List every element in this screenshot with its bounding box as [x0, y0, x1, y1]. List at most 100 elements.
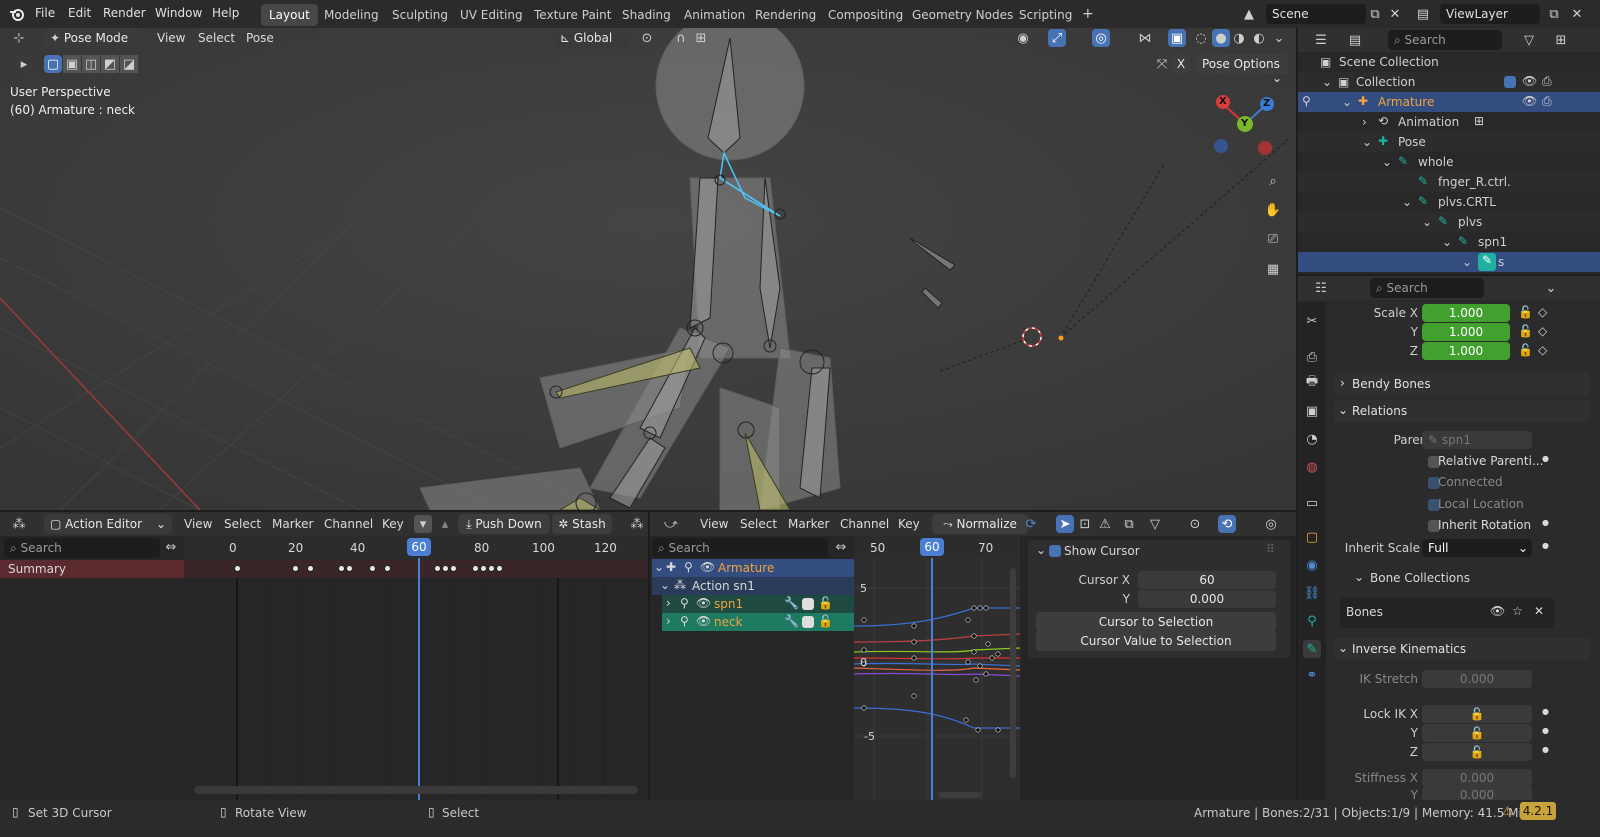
gizmo-toggle-icon[interactable]: ⤢	[1048, 29, 1066, 47]
curve-area[interactable]	[854, 558, 1020, 800]
panel-bendy-bones[interactable]: › Bendy Bones	[1334, 373, 1590, 395]
keyframe[interactable]	[307, 565, 314, 572]
keyframe[interactable]	[450, 565, 457, 572]
keyframe[interactable]	[338, 565, 345, 572]
chevron-down-icon[interactable]: ⌄	[660, 578, 670, 592]
xray-toggle-icon[interactable]: ▣	[1168, 29, 1186, 47]
chevron-down-icon[interactable]: ⌄	[1422, 215, 1432, 229]
tab-geometry-nodes[interactable]: Geometry Nodes	[904, 4, 1021, 26]
perspective-toggle-icon[interactable]: ▦	[1262, 258, 1284, 280]
eye-icon[interactable]: 👁	[696, 614, 711, 628]
warning-icon[interactable]: ⚠	[1502, 804, 1513, 818]
outliner-search[interactable]: ⌕ Search	[1388, 30, 1502, 50]
channel-action[interactable]: ⌄ ⁂ Action sn1	[652, 577, 854, 595]
graph-editor[interactable]: ⤻ View Select Marker Channel Key ⤳ Norma…	[650, 512, 1296, 800]
wireframe-shading-icon[interactable]: ◌	[1192, 29, 1210, 47]
scene-selector[interactable]: Scene	[1266, 4, 1366, 24]
collection-tab-icon[interactable]: ▭	[1303, 494, 1321, 512]
eye-icon[interactable]: 👁	[700, 560, 715, 574]
tool-tab-icon[interactable]: ✂	[1303, 312, 1321, 330]
keyframe-dot-icon[interactable]: ●	[1542, 454, 1549, 463]
pivot-icon[interactable]: ⊙	[638, 29, 656, 47]
keyframe[interactable]	[488, 565, 495, 572]
menu-marker[interactable]: Marker	[272, 517, 313, 531]
push-down-button[interactable]: ⤓ Push Down	[458, 514, 550, 534]
properties-search[interactable]: ⌕ Search	[1370, 278, 1484, 298]
chevron-right-icon[interactable]: ›	[1362, 115, 1367, 129]
camera-view-icon[interactable]: ⎚	[1262, 228, 1284, 250]
lock-ik-z-toggle[interactable]: 🔓	[1422, 743, 1532, 761]
inherit-scale-dropdown[interactable]: Full ⌄	[1422, 539, 1532, 557]
auto-normalize-icon[interactable]: ⟳	[1022, 515, 1040, 533]
normalize-toggle[interactable]: ⤳ Normalize	[932, 514, 1028, 534]
snap-target-icon[interactable]: ⊞	[692, 29, 710, 47]
stash-button[interactable]: ✲ Stash	[552, 514, 612, 534]
outliner-row-scene-collection[interactable]: ▣ Scene Collection	[1298, 52, 1600, 72]
scale-y-field[interactable]: 1.000	[1422, 323, 1510, 341]
ik-stretch-field[interactable]: 0.000	[1422, 670, 1532, 688]
menu-view[interactable]: View	[184, 517, 212, 531]
bones-collection-item[interactable]: Bones 👁 ☆ ✕	[1340, 598, 1554, 628]
keyframe[interactable]	[384, 565, 391, 572]
tab-layout[interactable]: Layout	[261, 4, 318, 26]
render-camera-icon[interactable]: ⎙	[1542, 74, 1552, 89]
menu-select[interactable]: Select	[740, 517, 777, 531]
keyframe[interactable]	[346, 565, 353, 572]
menu-channel[interactable]: Channel	[324, 517, 373, 531]
mode-selector[interactable]: ✦ Pose Mode⌄	[44, 28, 144, 48]
menu-marker[interactable]: Marker	[788, 517, 829, 531]
viewport-scene[interactable]	[0, 28, 1296, 510]
menu-key[interactable]: Key	[898, 517, 920, 531]
outliner-row-plvs[interactable]: ⌄ ✎ plvs	[1298, 212, 1600, 232]
pin-icon[interactable]: ⚲	[680, 614, 689, 628]
proportional-edit-icon[interactable]: ◎	[1262, 515, 1280, 533]
transform-orientation[interactable]: ⊾ Global	[554, 28, 630, 48]
keyframe-dot-icon[interactable]: ●	[1542, 541, 1549, 550]
select-invert-icon[interactable]: ◩	[101, 55, 119, 73]
keyframe-dot-icon[interactable]: ●	[1542, 745, 1549, 754]
outliner-row-whole[interactable]: ⌄ ✎ whole	[1298, 152, 1600, 172]
display-mode-icon[interactable]: ▤	[1346, 31, 1364, 49]
keyframe-dot-icon[interactable]: ●	[1542, 518, 1549, 527]
menu-pose[interactable]: Pose	[246, 31, 274, 45]
delete-scene-icon[interactable]: ✕	[1386, 5, 1404, 23]
keyframe-area[interactable]	[184, 578, 648, 800]
chevron-down-icon[interactable]: ⌄	[654, 560, 664, 574]
lock-ik-y-toggle[interactable]: 🔓	[1422, 724, 1532, 742]
outliner-row-neck[interactable]: ⌄ ✎ s	[1298, 252, 1600, 272]
scene-icon[interactable]: ▲	[1240, 5, 1258, 23]
only-selected-icon[interactable]: ➤	[1056, 515, 1074, 533]
keyframe[interactable]	[496, 565, 503, 572]
panel-relations[interactable]: ⌄ Relations	[1334, 400, 1590, 422]
snapping-icon[interactable]: ⁂	[628, 515, 646, 533]
render-camera-icon[interactable]: ⎙	[1542, 94, 1552, 109]
mute-checkbox[interactable]	[802, 616, 814, 628]
snapping-icon[interactable]: ⟲	[1218, 515, 1236, 533]
mirror-x-button[interactable]: X	[1172, 54, 1190, 74]
menu-window[interactable]: Window	[155, 6, 202, 20]
tab-compositing[interactable]: Compositing	[820, 4, 911, 26]
menu-help[interactable]: Help	[212, 6, 239, 20]
select-tool-icon[interactable]: ▸	[15, 55, 33, 73]
shading-options-icon[interactable]: ⌄	[1270, 29, 1288, 47]
chevron-down-icon[interactable]: ⌄	[1382, 155, 1392, 169]
menu-channel[interactable]: Channel	[840, 517, 889, 531]
view-layer-selector[interactable]: ViewLayer	[1440, 4, 1540, 24]
menu-select[interactable]: Select	[224, 517, 261, 531]
exclude-checkbox[interactable]	[1504, 76, 1516, 88]
object-tab-icon[interactable]: ▢	[1303, 528, 1321, 546]
eye-icon[interactable]: 👁	[696, 596, 711, 610]
select-new-icon[interactable]: ▢	[44, 55, 62, 73]
delete-view-layer-icon[interactable]: ✕	[1568, 5, 1586, 23]
view-layer-tab-icon[interactable]: ▣	[1303, 402, 1321, 420]
menu-key[interactable]: Key	[382, 517, 404, 531]
cursor-value-to-selection-button[interactable]: Cursor Value to Selection	[1036, 631, 1276, 651]
outliner-row-spn1[interactable]: ⌄ ✎ spn1	[1298, 232, 1600, 252]
output-tab-icon[interactable]: 🖶	[1303, 374, 1321, 392]
panel-inverse-kinematics[interactable]: ⌄ Inverse Kinematics	[1334, 638, 1590, 660]
graph-current-frame-indicator[interactable]: 60	[920, 538, 944, 556]
pin-icon[interactable]: ⚲	[684, 560, 693, 574]
show-cursor-checkbox[interactable]	[1049, 545, 1061, 557]
chevron-down-icon[interactable]: ⌄	[1036, 543, 1046, 557]
physics-tab-icon[interactable]: ◉	[1303, 556, 1321, 574]
